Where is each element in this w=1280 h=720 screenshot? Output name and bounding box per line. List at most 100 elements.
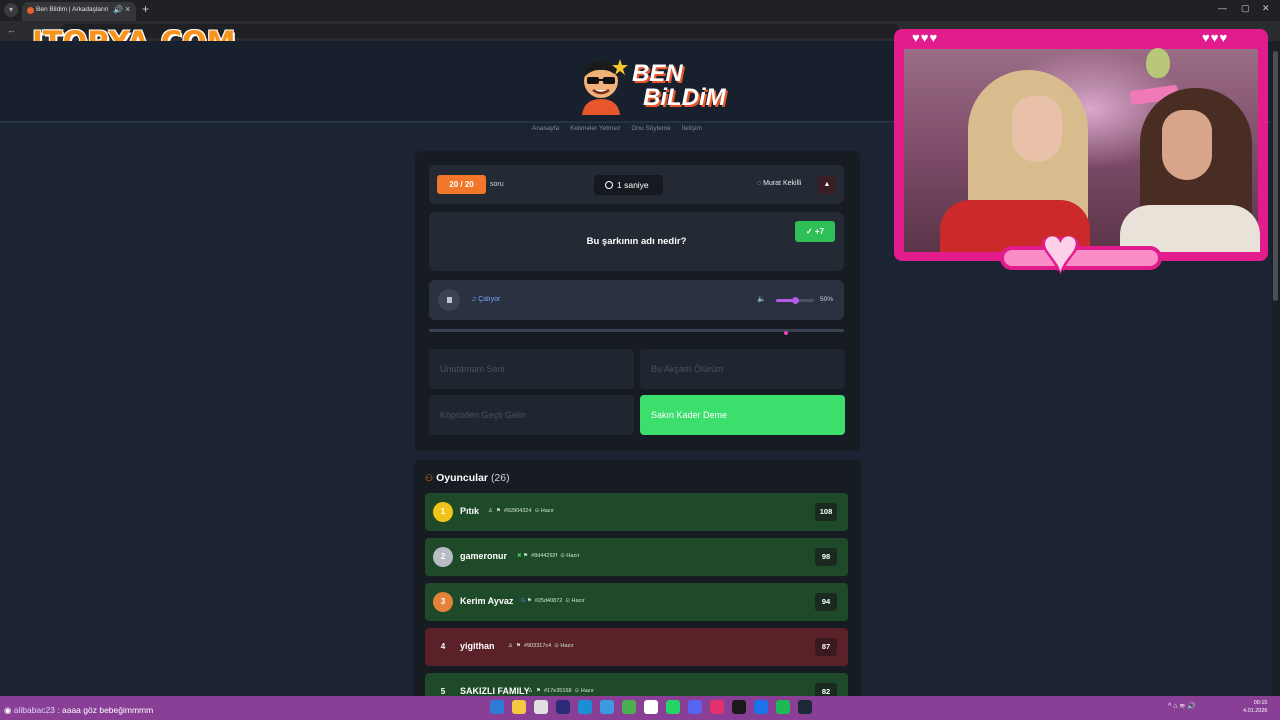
tab-close-icon[interactable]: × bbox=[125, 4, 130, 14]
nav-link-home[interactable]: Anasayfa bbox=[532, 125, 559, 132]
tab-list-icon[interactable]: ▾ bbox=[4, 3, 18, 17]
user-icon: ♙ ⚑ bbox=[488, 508, 504, 514]
ready-check-icon: ⊙ bbox=[574, 688, 580, 694]
player-id: #17e35168 bbox=[543, 688, 572, 694]
taskbar-app-icon[interactable] bbox=[776, 700, 790, 714]
now-playing-label: ♫ Çalıyor bbox=[471, 296, 501, 303]
hearts-left-icon: ♥♥♥ bbox=[912, 30, 939, 45]
player-status: Hazır bbox=[560, 643, 574, 649]
player-status: Hazır bbox=[580, 688, 594, 694]
answer-option-4[interactable]: Sakın Kader Deme bbox=[640, 395, 845, 435]
timer: 1 saniye bbox=[594, 175, 663, 195]
back-arrow-icon[interactable]: ← bbox=[7, 25, 16, 35]
player-id: #903317c4 bbox=[523, 643, 552, 649]
taskbar-app-icon[interactable] bbox=[512, 700, 526, 714]
timer-text: 1 saniye bbox=[617, 180, 649, 190]
taskbar-app-icon[interactable] bbox=[666, 700, 680, 714]
chat-avatar-icon: ◉ bbox=[4, 705, 14, 715]
nav-link-contact[interactable]: İletişim bbox=[682, 125, 702, 132]
taskbar-app-icon[interactable] bbox=[490, 700, 504, 714]
answer-option-2[interactable]: Bu Akşam Ölürüm bbox=[640, 349, 845, 389]
taskbar-app-icon[interactable] bbox=[644, 700, 658, 714]
scrollbar-thumb[interactable] bbox=[1273, 51, 1278, 301]
taskbar-clock[interactable]: 00:15 4.01.2026 bbox=[1243, 699, 1267, 715]
new-tab-button[interactable]: + bbox=[142, 2, 149, 16]
streamer-2-face bbox=[1162, 110, 1212, 180]
rank-badge: 2 bbox=[433, 547, 453, 567]
player-name: Pıtık bbox=[460, 506, 480, 516]
player-status: Hazır bbox=[571, 598, 585, 604]
rank-badge: 3 bbox=[433, 592, 453, 612]
current-user-name: Murat Kekilli bbox=[763, 180, 802, 187]
hearts-right-icon: ♥♥♥ bbox=[1202, 30, 1229, 45]
taskbar-app-icon[interactable] bbox=[622, 700, 636, 714]
question-counter-badge: 20 / 20 bbox=[437, 175, 486, 194]
song-progress-marker bbox=[783, 331, 788, 335]
player-score: 98 bbox=[815, 548, 837, 566]
taskbar-app-icon[interactable] bbox=[732, 700, 746, 714]
taskbar-app-icon[interactable] bbox=[710, 700, 724, 714]
volume-slider[interactable] bbox=[776, 297, 814, 304]
player-row[interactable]: 3 Kerim Ayvaz G ⚑ #25d40872 ⊙ Hazır 94 bbox=[425, 583, 848, 621]
user-icon: ⚑ bbox=[523, 553, 532, 559]
player-id: #92804324 bbox=[503, 508, 532, 514]
player-name: gameronur bbox=[460, 551, 508, 561]
player-meta: ♙ ⚑ #92804324 ⊙ Hazır bbox=[488, 508, 554, 514]
nav-link-kelimeler-yetmez[interactable]: Kelimeler Yetmez bbox=[570, 125, 620, 132]
clock-date: 4.01.2026 bbox=[1243, 708, 1268, 714]
taskbar-app-icon[interactable] bbox=[798, 700, 812, 714]
ready-check-icon: ⊙ bbox=[534, 508, 540, 514]
window-close-button[interactable]: ✕ bbox=[1262, 3, 1270, 14]
taskbar-app-icon[interactable] bbox=[688, 700, 702, 714]
site-nav: Anasayfa Kelimeler Yetmez Onu Söyleme İleti… bbox=[532, 125, 752, 132]
players-heading: ⚇ Oyuncular (26) bbox=[425, 472, 510, 484]
streamer-2-shirt bbox=[1120, 205, 1260, 252]
answer-option-3[interactable]: Köprüden Geçti Gelin bbox=[429, 395, 634, 435]
chat-message: : aaaa göz bebeğimmmm bbox=[57, 705, 154, 715]
player-name: SAKIZLI FAMILY bbox=[460, 686, 530, 696]
players-count: (26) bbox=[490, 472, 510, 484]
question-text: Bu şarkının adı nedir? bbox=[586, 236, 687, 247]
player-row[interactable]: 2 gameronur ✖ ⚑ #8d44292f ⊙ Hazır 98 bbox=[425, 538, 848, 576]
bonus-points-badge: ✓ +7 bbox=[795, 221, 835, 242]
clock-time: 00:15 bbox=[1253, 700, 1268, 706]
tab-audio-icon[interactable]: 🔊 bbox=[113, 5, 123, 14]
volume-icon[interactable]: 🔈 bbox=[757, 295, 766, 303]
ready-check-icon: ⊙ bbox=[560, 553, 565, 559]
logo-title-line2: BiLDiM bbox=[643, 84, 726, 111]
chat-username: alibabac23 bbox=[13, 705, 55, 715]
user-icon: ♙ ⚑ bbox=[508, 643, 524, 649]
stop-button[interactable] bbox=[438, 289, 460, 311]
players-title: Oyuncular bbox=[436, 472, 489, 484]
user-icon: ⚑ bbox=[526, 598, 535, 604]
player-row[interactable]: 4 yigithan ♙ ⚑ #903317c4 ⊙ Hazır 87 bbox=[425, 628, 848, 666]
player-name: Kerim Ayvaz bbox=[460, 596, 514, 606]
player-id: #8d44292f bbox=[531, 553, 558, 559]
player-score: 94 bbox=[815, 593, 837, 611]
taskbar-app-icon[interactable] bbox=[534, 700, 548, 714]
taskbar-app-icon[interactable] bbox=[578, 700, 592, 714]
answer-option-1[interactable]: Unutamam Seni bbox=[429, 349, 634, 389]
tab-title: Ben Bildim | Arkadaşlarınla bbox=[36, 6, 108, 13]
system-tray[interactable]: ^ ⌂ ≋ 🔊 bbox=[1168, 702, 1196, 710]
volume-slider-handle[interactable] bbox=[792, 297, 799, 304]
current-user: ◌ Murat Kekilli bbox=[757, 180, 801, 187]
player-meta: ♙ ⚑ #17e35168 ⊙ Hazır bbox=[528, 688, 594, 694]
page-scrollbar[interactable] bbox=[1271, 41, 1280, 696]
nav-link-onu-soyleme[interactable]: Onu Söyleme bbox=[631, 125, 670, 132]
minimize-button[interactable]: — bbox=[1218, 3, 1227, 13]
player-row[interactable]: 1 Pıtık ♙ ⚑ #92804324 ⊙ Hazır 108 bbox=[425, 493, 848, 531]
taskbar-app-icon[interactable] bbox=[556, 700, 570, 714]
taskbar-app-icon[interactable] bbox=[600, 700, 614, 714]
report-button[interactable]: ▲ bbox=[818, 176, 836, 194]
browser-tab-bar: ▾ Ben Bildim | Arkadaşlarınla 🔊 × + — ▢ … bbox=[0, 0, 1280, 21]
player-status: Hazır bbox=[540, 508, 554, 514]
taskbar-app-icon[interactable] bbox=[754, 700, 768, 714]
users-icon: ⚇ bbox=[425, 473, 434, 483]
maximize-button[interactable]: ▢ bbox=[1241, 3, 1250, 14]
ready-check-icon: ⊙ bbox=[554, 643, 559, 649]
mascot-logo-icon[interactable] bbox=[574, 55, 628, 115]
big-heart-icon: ♥ bbox=[1042, 216, 1079, 285]
browser-tab[interactable]: Ben Bildim | Arkadaşlarınla 🔊 × bbox=[22, 2, 136, 21]
rank-badge: 1 bbox=[433, 502, 453, 522]
